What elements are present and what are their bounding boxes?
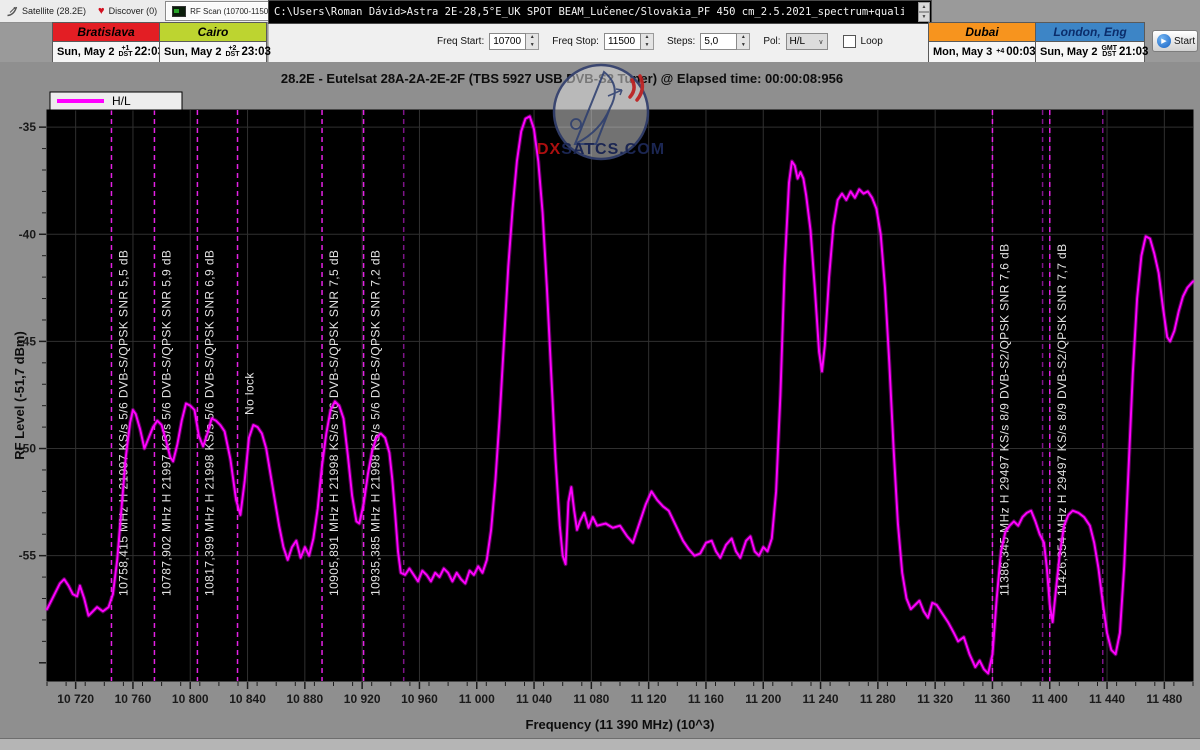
start-button[interactable]: ▶ Start: [1152, 30, 1198, 52]
svg-text:11 280: 11 280: [860, 692, 896, 706]
svg-text:-40: -40: [19, 227, 37, 241]
freq-stop-spinner[interactable]: ▲▼: [641, 33, 654, 50]
freq-stop-label: Freq Stop:: [552, 36, 599, 47]
clock-date: Sun, May 2: [57, 46, 114, 58]
svg-text:10 840: 10 840: [229, 692, 266, 706]
clock-date: Sun, May 2: [1040, 46, 1097, 58]
clock-city: Dubai: [929, 23, 1035, 42]
freq-stop-input[interactable]: 11500 ▲▼: [604, 33, 654, 50]
tab-satellite[interactable]: Satellite (28.2E): [0, 0, 92, 22]
window-bottom-edge: [0, 738, 1200, 750]
scroll-up-icon[interactable]: ▲: [918, 2, 930, 12]
clock-time: 21:03: [1119, 46, 1148, 58]
marker-label: 10935,385 MHz H 21998 KS/s 5/6 DVB-S/QPS…: [369, 250, 383, 596]
start-button-label: Start: [1174, 36, 1195, 47]
legend-label: H/L: [112, 94, 131, 108]
x-axis-title: Frequency (11 390 MHz) (10^3): [526, 717, 715, 732]
svg-text:11 240: 11 240: [803, 692, 839, 706]
svg-text:11 440: 11 440: [1089, 692, 1125, 706]
svg-text:10 880: 10 880: [286, 692, 323, 706]
svg-text:11 040: 11 040: [516, 692, 552, 706]
svg-text:11 320: 11 320: [917, 692, 953, 706]
clock-date: Sun, May 2: [164, 46, 221, 58]
svg-text:10 800: 10 800: [172, 692, 209, 706]
clock-london: London, Eng Sun, May 2 GMT DST 21:03: [1035, 22, 1145, 62]
clock-offset: +4: [996, 49, 1004, 55]
svg-text:10 920: 10 920: [344, 692, 381, 706]
svg-text:10 960: 10 960: [401, 692, 438, 706]
svg-text:11 120: 11 120: [631, 692, 667, 706]
legend: H/L: [50, 92, 182, 110]
svg-text:11 360: 11 360: [974, 692, 1010, 706]
top-bar: Satellite (28.2E) ♥ Discover (0) RF Scan…: [0, 0, 1200, 62]
svg-text:11 400: 11 400: [1032, 692, 1068, 706]
svg-text:10 760: 10 760: [115, 692, 152, 706]
tab-discover[interactable]: ♥ Discover (0): [92, 0, 163, 22]
svg-text:-55: -55: [19, 549, 37, 563]
svg-text:-35: -35: [19, 120, 37, 134]
heart-icon: ♥: [98, 6, 105, 17]
svg-text:11 000: 11 000: [459, 692, 495, 706]
console-scrollbar[interactable]: ▲ ▼: [918, 2, 930, 23]
play-icon: ▶: [1157, 34, 1171, 48]
loop-label: Loop: [861, 36, 883, 47]
svg-text:11 080: 11 080: [573, 692, 609, 706]
steps-spinner[interactable]: ▲▼: [737, 33, 750, 50]
scroll-down-icon[interactable]: ▼: [918, 12, 930, 22]
clock-bratislava: Bratislava Sun, May 2 +1 DST 22:03: [52, 22, 160, 62]
console-path-text: C:\Users\Roman Dávid>Astra 2E-28,5°E_UK …: [274, 6, 904, 18]
pol-select[interactable]: H/L ∨: [786, 33, 828, 50]
chevron-down-icon: ∨: [818, 38, 823, 46]
tab-bar: Satellite (28.2E) ♥ Discover (0) RF Scan…: [0, 0, 268, 23]
plot-area: [47, 110, 1193, 681]
console-title-bar: C:\Users\Roman Dávid>Astra 2E-28,5°E_UK …: [268, 0, 932, 24]
rf-scan-icon: [172, 6, 186, 17]
tab-satellite-label: Satellite (28.2E): [22, 6, 86, 16]
tab-discover-label: Discover (0): [109, 6, 158, 16]
dxsatcs-logo-text: DXSATCS.COM: [537, 141, 665, 158]
clock-zone: DST: [118, 52, 132, 58]
marker-label: No lock: [243, 372, 257, 415]
clock-city: Cairo: [160, 23, 266, 42]
freq-start-label: Freq Start:: [437, 36, 484, 47]
steps-label: Steps:: [667, 36, 695, 47]
clock-cairo: Cairo Sun, May 2 +2 DST 23:03: [159, 22, 267, 62]
satellite-dish-icon: [6, 5, 18, 17]
svg-text:11 160: 11 160: [688, 692, 724, 706]
svg-text:11 200: 11 200: [745, 692, 781, 706]
spectrum-chart: 28.2E - Eutelsat 28A-2A-2E-2F (TBS 5927 …: [0, 62, 1200, 738]
clock-dubai: Dubai Mon, May 3 +4 00:03: [928, 22, 1036, 62]
clock-zone: DST: [1102, 52, 1116, 58]
freq-start-spinner[interactable]: ▲▼: [526, 33, 539, 50]
clock-zone: DST: [225, 52, 239, 58]
spectrum-chart-svg: 28.2E - Eutelsat 28A-2A-2E-2F (TBS 5927 …: [0, 62, 1200, 738]
clock-time: 00:03: [1006, 46, 1035, 58]
steps-input[interactable]: 5,0 ▲▼: [700, 33, 750, 50]
y-axis-title: RF Level (-51,7 dBm): [12, 331, 27, 460]
pol-label: Pol:: [763, 36, 780, 47]
clock-city: Bratislava: [53, 23, 159, 42]
clock-time: 23:03: [241, 46, 270, 58]
clock-date: Mon, May 3: [933, 46, 992, 58]
svg-text:10 720: 10 720: [57, 692, 94, 706]
svg-text:11 480: 11 480: [1146, 692, 1182, 706]
loop-checkbox[interactable]: [843, 35, 856, 48]
app-window: Satellite (28.2E) ♥ Discover (0) RF Scan…: [0, 0, 1200, 750]
scan-controls: Freq Start: 10700 ▲▼ Freq Stop: 11500 ▲▼…: [268, 24, 932, 62]
clock-city: London, Eng: [1036, 23, 1144, 42]
freq-start-input[interactable]: 10700 ▲▼: [489, 33, 539, 50]
